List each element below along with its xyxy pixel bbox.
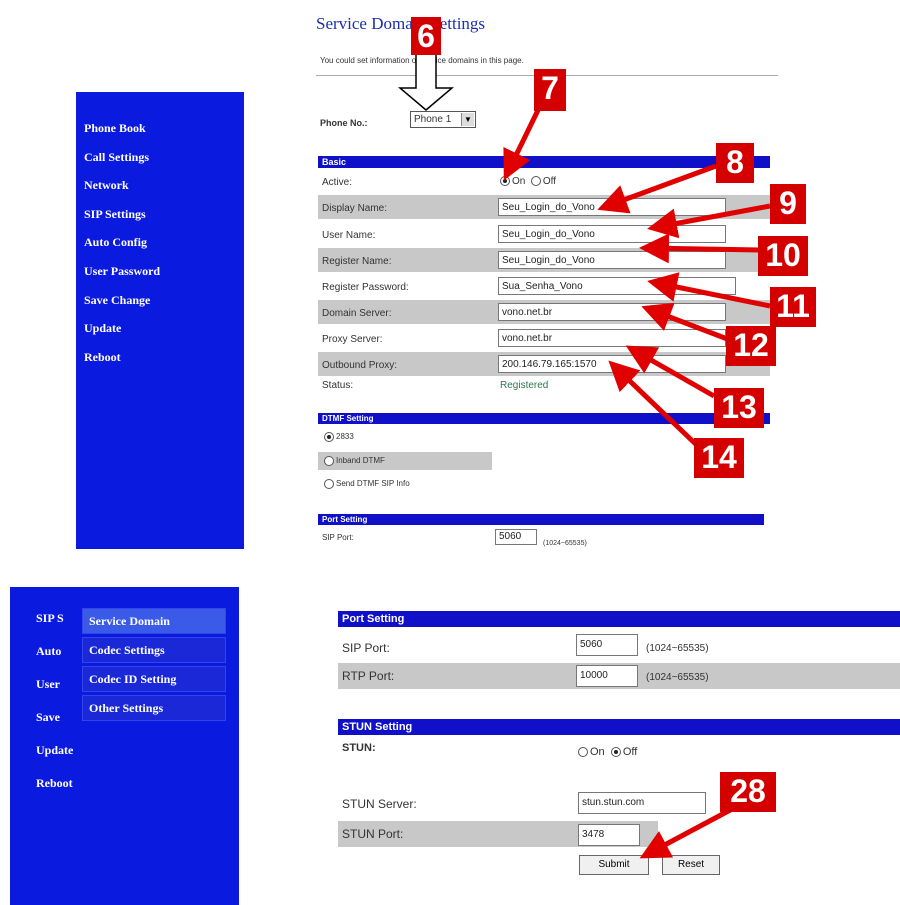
badge-28: 28 — [720, 772, 776, 812]
arrow-12 — [641, 302, 731, 343]
badge-8: 8 — [716, 143, 754, 183]
badge-13: 13 — [714, 388, 764, 428]
arrow-14 — [608, 360, 706, 454]
badge-6: 6 — [411, 17, 441, 55]
badge-11: 11 — [770, 287, 816, 327]
badge-12: 12 — [726, 326, 776, 366]
badge-14: 14 — [694, 438, 744, 478]
arrow-8 — [597, 163, 717, 214]
arrow-11 — [647, 272, 771, 309]
arrow-13 — [625, 345, 716, 399]
badge-9: 9 — [770, 184, 806, 224]
badge-10: 10 — [758, 236, 808, 276]
arrow-28 — [639, 805, 736, 859]
badge-7: 7 — [534, 69, 566, 111]
hollow-down-arrow-icon — [397, 51, 455, 111]
annotation-arrows — [397, 51, 771, 859]
arrow-9 — [647, 203, 771, 239]
arrow-7 — [503, 104, 543, 181]
arrow-10 — [639, 233, 761, 264]
